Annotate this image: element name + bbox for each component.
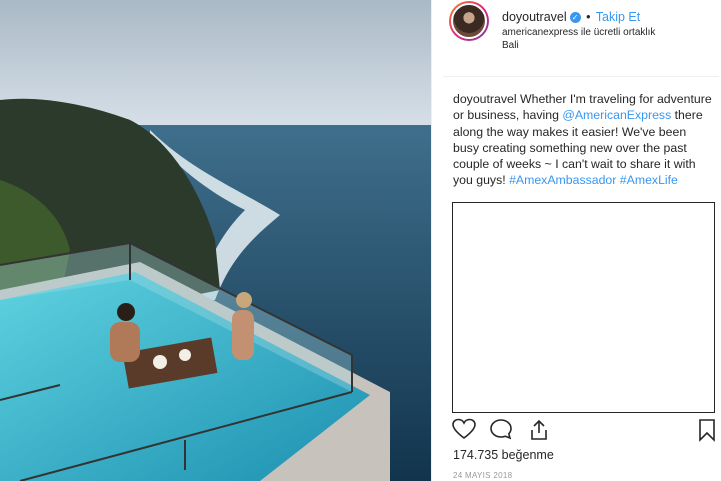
photo-illustration <box>0 0 431 481</box>
mention-link[interactable]: @AmericanExpress <box>562 108 671 122</box>
like-count[interactable]: 174.735 beğenme <box>453 448 554 462</box>
location-link[interactable]: Bali <box>502 40 519 51</box>
avatar-image <box>451 3 487 39</box>
hashtag-link[interactable]: #AmexLife <box>620 173 678 187</box>
verified-badge-icon: ✓ <box>569 12 581 23</box>
post-date: 24 MAYIS 2018 <box>453 471 513 480</box>
paid-partnership-label[interactable]: americanexpress ile ücretli ortaklık <box>502 27 655 38</box>
post-caption: doyoutravel Whether I'm traveling for ad… <box>453 91 715 189</box>
separator-dot: • <box>586 10 591 24</box>
header-divider <box>443 76 719 77</box>
avatar[interactable] <box>449 1 489 41</box>
bookmark-icon[interactable] <box>698 418 716 447</box>
post-actions <box>452 418 720 444</box>
post-photo[interactable] <box>0 0 431 481</box>
share-icon[interactable] <box>528 418 550 447</box>
heart-icon[interactable] <box>452 418 476 445</box>
user-line: doyoutravel ✓ • Takip Et <box>502 10 640 24</box>
hashtag-link[interactable]: #AmexAmbassador <box>509 173 616 187</box>
username-link[interactable]: doyoutravel <box>502 10 567 24</box>
comment-icon[interactable] <box>489 418 513 445</box>
comments-area <box>452 202 715 413</box>
post-header: doyoutravel ✓ • Takip Et americanexpress … <box>432 0 721 76</box>
caption-author[interactable]: doyoutravel <box>453 92 517 106</box>
follow-button[interactable]: Takip Et <box>596 10 640 24</box>
